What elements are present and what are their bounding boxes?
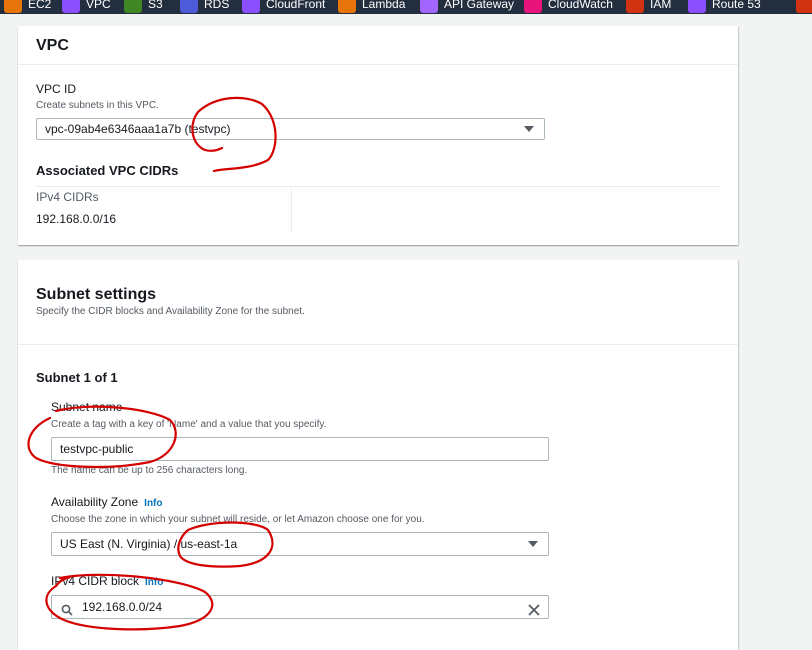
subnet-name-label: Subnet name — [51, 400, 123, 414]
subnet-settings-description: Specify the CIDR blocks and Availability… — [36, 306, 305, 317]
ipv4-cidr-block-value: 192.168.0.0/24 — [82, 600, 163, 614]
vpc-id-label: VPC ID — [36, 82, 77, 96]
subnet-name-description: Create a tag with a key of 'Name' and a … — [51, 419, 327, 430]
availability-zone-label: Availability Zone Info — [51, 495, 163, 509]
vpc-id-value: vpc-09ab4e6346aaa1a7b (testvpc) — [45, 122, 231, 136]
clear-icon[interactable] — [528, 601, 540, 616]
availability-zone-value: US East (N. Virginia) / us-east-1a — [60, 537, 238, 551]
vpc-id-description: Create subnets in this VPC. — [36, 100, 159, 111]
aws-services-bar: EC2 VPC S3 RDS CloudFront Lambda API Gat… — [0, 0, 812, 14]
az-info-link[interactable]: Info — [144, 498, 162, 509]
availability-zone-select[interactable]: US East (N. Virginia) / us-east-1a — [51, 532, 549, 556]
ipv4-cidrs-value: 192.168.0.0/16 — [36, 212, 117, 226]
ec2-icon — [4, 0, 22, 13]
cidr-info-link[interactable]: Info — [145, 577, 163, 588]
ipv4-cidr-block-input[interactable]: 192.168.0.0/24 — [51, 595, 549, 619]
cloudfront-icon — [242, 0, 260, 13]
service-api-gateway[interactable]: API Gateway — [420, 0, 514, 14]
availability-zone-label-text: Availability Zone — [51, 495, 139, 509]
divider — [36, 186, 720, 187]
service-vpc[interactable]: VPC — [62, 0, 111, 14]
service-cloudwatch[interactable]: CloudWatch — [524, 0, 613, 14]
availability-zone-description: Choose the zone in which your subnet wil… — [51, 514, 425, 525]
ipv4-cidr-block-label: IPv4 CIDR block Info — [51, 574, 163, 588]
caret-down-icon — [524, 126, 534, 132]
route53-icon — [688, 0, 706, 13]
rds-icon — [180, 0, 198, 13]
subnet-name-value: testvpc-public — [60, 442, 134, 456]
vpc-panel: VPC VPC ID Create subnets in this VPC. v… — [18, 26, 738, 245]
service-cloudfront[interactable]: CloudFront — [242, 0, 325, 14]
service-icon — [796, 0, 812, 13]
vpc-panel-title: VPC — [36, 37, 69, 54]
service-route53[interactable]: Route 53 — [688, 0, 761, 14]
s3-icon — [124, 0, 142, 13]
vpc-id-select[interactable]: vpc-09ab4e6346aaa1a7b (testvpc) — [36, 118, 545, 140]
subnet-name-hint: The name can be up to 256 characters lon… — [51, 465, 248, 476]
cloudwatch-icon — [524, 0, 542, 13]
service-rds[interactable]: RDS — [180, 0, 229, 14]
subnet-heading: Subnet 1 of 1 — [36, 370, 118, 385]
caret-down-icon — [528, 541, 538, 547]
subnet-name-input[interactable]: testvpc-public — [51, 437, 549, 461]
service-s3[interactable]: S3 — [124, 0, 163, 14]
search-icon — [61, 601, 73, 616]
ipv4-cidr-block-label-text: IPv4 CIDR block — [51, 574, 140, 588]
vpc-icon — [62, 0, 80, 13]
service-ec2[interactable]: EC2 — [4, 0, 51, 14]
service-more[interactable] — [796, 0, 812, 14]
divider — [18, 344, 738, 345]
api-gateway-icon — [420, 0, 438, 13]
lambda-icon — [338, 0, 356, 13]
iam-icon — [626, 0, 644, 13]
associated-cidrs-title: Associated VPC CIDRs — [36, 163, 179, 178]
column-divider — [291, 188, 292, 233]
service-lambda[interactable]: Lambda — [338, 0, 405, 14]
subnet-settings-panel: Subnet settings Specify the CIDR blocks … — [18, 260, 738, 650]
subnet-settings-title: Subnet settings — [36, 286, 157, 303]
vpc-panel-header: VPC — [18, 26, 738, 65]
service-iam[interactable]: IAM — [626, 0, 671, 14]
ipv4-cidrs-label: IPv4 CIDRs — [36, 190, 99, 204]
